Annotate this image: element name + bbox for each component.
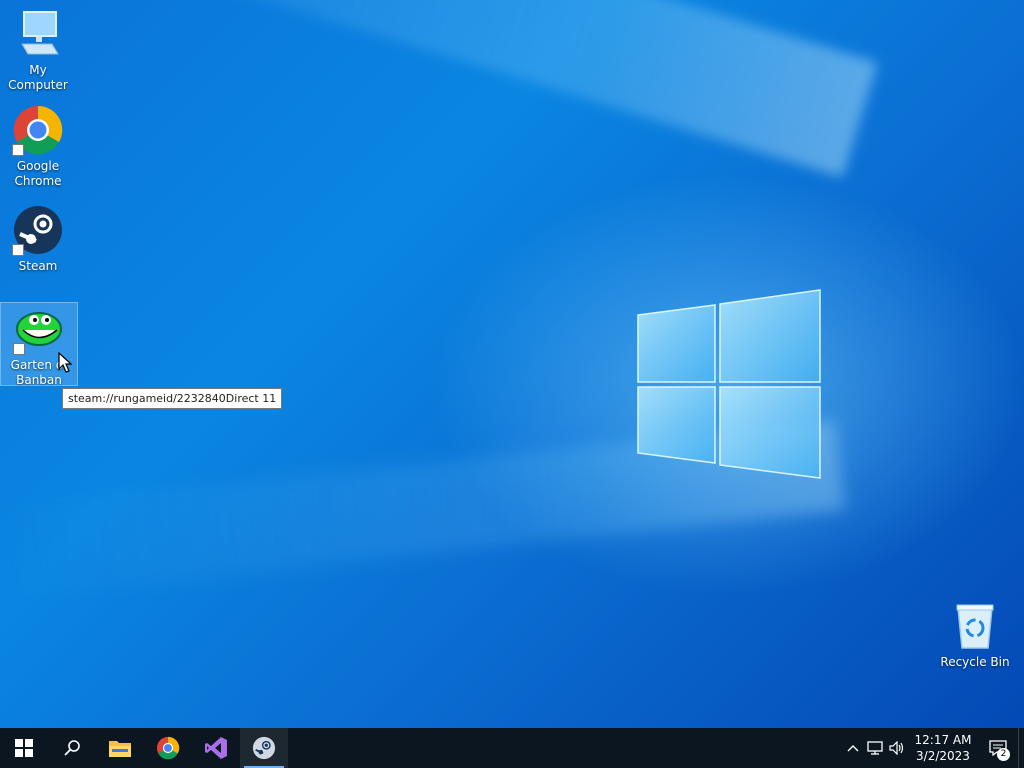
start-button[interactable] (0, 728, 48, 768)
computer-icon (12, 8, 64, 60)
chrome-icon (12, 104, 64, 156)
network-icon (867, 741, 883, 755)
mouse-cursor-icon (58, 352, 72, 373)
show-desktop-button[interactable] (1018, 728, 1024, 768)
desktop-icon-label: Recycle Bin (940, 655, 1010, 669)
clock[interactable]: 12:17 AM 3/2/2023 (912, 732, 974, 764)
steam-icon (12, 204, 64, 256)
desktop-icon-my-computer[interactable]: My Computer (0, 8, 76, 93)
shortcut-arrow-icon (13, 343, 25, 355)
steam-icon (252, 736, 276, 760)
desktop-icon-label: My Computer (8, 63, 68, 92)
taskbar-file-explorer[interactable] (96, 728, 144, 768)
clock-time: 12:17 AM (914, 733, 972, 747)
action-center-button[interactable]: 2 (978, 728, 1018, 768)
garten-of-banban-icon (13, 303, 65, 355)
start-icon (15, 739, 33, 757)
taskbar-visual-studio[interactable] (192, 728, 240, 768)
network-button[interactable] (864, 728, 886, 768)
visual-studio-icon (205, 737, 227, 759)
volume-button[interactable] (886, 728, 908, 768)
windows-wallpaper-logo (637, 289, 821, 479)
file-explorer-icon (109, 741, 131, 757)
clock-date: 3/2/2023 (916, 749, 970, 763)
search-button[interactable] (48, 728, 96, 768)
desktop-icon-label: Steam (18, 259, 58, 273)
desktop-icon-google-chrome[interactable]: Google Chrome (0, 104, 76, 189)
desktop-icon-steam[interactable]: Steam (0, 204, 76, 274)
desktop-icon-recycle-bin[interactable]: Recycle Bin (937, 600, 1013, 670)
taskbar-steam[interactable] (240, 728, 288, 768)
desktop-icon-label: Google Chrome (14, 159, 62, 188)
volume-icon (889, 741, 904, 755)
shortcut-arrow-icon (12, 144, 24, 156)
desktop: My Computer Google Chrome Steam Garten B… (0, 0, 1024, 728)
chrome-icon (156, 736, 180, 760)
show-hidden-icons-button[interactable] (842, 728, 864, 768)
system-tray: 12:17 AM 3/2/2023 2 (842, 728, 1024, 768)
recycle-bin-icon (949, 600, 1001, 652)
search-icon (64, 740, 80, 756)
shortcut-arrow-icon (12, 244, 24, 256)
notification-count-badge: 2 (997, 748, 1010, 761)
taskbar: 12:17 AM 3/2/2023 2 (0, 728, 1024, 768)
tooltip: steam://rungameid/2232840Direct 11 (62, 388, 283, 409)
chevron-up-icon (847, 745, 859, 752)
taskbar-chrome[interactable] (144, 728, 192, 768)
light-beam (0, 0, 878, 178)
